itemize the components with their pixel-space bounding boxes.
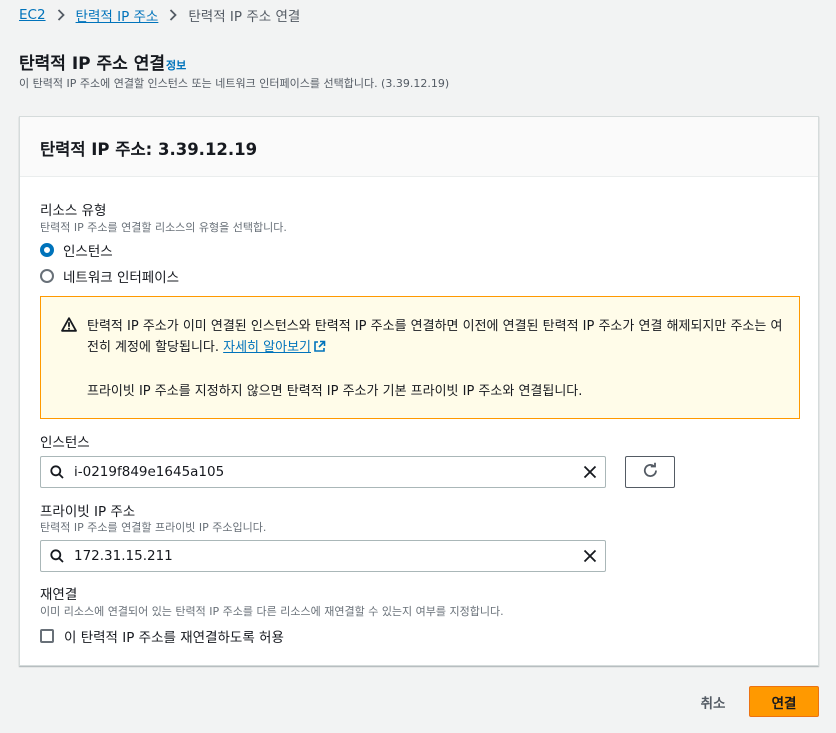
associate-button[interactable]: 연결 bbox=[749, 686, 819, 717]
allow-reassociation-checkbox[interactable]: 이 탄력적 IP 주소를 재연결하도록 허용 bbox=[40, 626, 284, 646]
radio-instance-label: 인스턴스 bbox=[63, 244, 113, 260]
page-description: 이 탄력적 IP 주소에 연결할 인스턴스 또는 네트워크 인터페이스를 선택합… bbox=[19, 77, 450, 90]
learn-more-link[interactable]: 자세히 알아보기 bbox=[223, 340, 326, 355]
resource-type-description: 탄력적 IP 주소를 연결할 리소스의 유형을 선택합니다. bbox=[40, 221, 287, 234]
search-icon bbox=[50, 465, 64, 479]
radio-network-interface-label: 네트워크 인터페이스 bbox=[63, 270, 180, 286]
refresh-button[interactable] bbox=[625, 456, 675, 488]
breadcrumb: EC2 탄력적 IP 주소 탄력적 IP 주소 연결 bbox=[19, 4, 300, 26]
radio-network-interface[interactable]: 네트워크 인터페이스 bbox=[40, 266, 179, 286]
allow-reassociation-label: 이 탄력적 IP 주소를 재연결하도록 허용 bbox=[64, 630, 284, 646]
panel-header: 탄력적 IP 주소: 3.39.12.19 bbox=[20, 117, 818, 177]
radio-button-unchecked[interactable] bbox=[40, 269, 54, 283]
checkbox[interactable] bbox=[40, 629, 54, 643]
external-link-icon bbox=[313, 339, 326, 360]
page-header: 탄력적 IP 주소 연결 정보 bbox=[19, 49, 186, 74]
warning-icon bbox=[61, 317, 77, 336]
chevron-right-icon bbox=[57, 9, 65, 21]
reassociation-label: 재연결 bbox=[40, 587, 78, 603]
clear-icon[interactable] bbox=[583, 465, 597, 479]
reassociation-description: 이미 리소스에 연결되어 있는 탄력적 IP 주소를 다른 리소스에 재연결할 … bbox=[40, 605, 504, 618]
private-ip-value[interactable]: 172.31.15.211 bbox=[74, 548, 583, 564]
chevron-right-icon bbox=[169, 9, 178, 21]
cancel-button[interactable]: 취소 bbox=[685, 687, 741, 717]
refresh-icon bbox=[642, 462, 659, 483]
breadcrumb-ec2-link[interactable]: EC2 bbox=[19, 7, 46, 23]
breadcrumb-elastic-ip-link[interactable]: 탄력적 IP 주소 bbox=[76, 5, 159, 25]
associate-panel: 탄력적 IP 주소: 3.39.12.19 리소스 유형 탄력적 IP 주소를 … bbox=[19, 116, 819, 666]
private-ip-description: 탄력적 IP 주소를 연결할 프라이빗 IP 주소입니다. bbox=[40, 521, 267, 534]
panel-title: 탄력적 IP 주소: 3.39.12.19 bbox=[40, 140, 258, 159]
warning-alert: 탄력적 IP 주소가 이미 연결된 인스턴스와 탄력적 IP 주소를 연결하면 … bbox=[40, 296, 800, 419]
search-icon bbox=[50, 549, 64, 563]
instance-value[interactable]: i-0219f849e1645a105 bbox=[74, 464, 583, 480]
private-ip-search-input[interactable]: 172.31.15.211 bbox=[40, 540, 606, 572]
alert-message: 탄력적 IP 주소가 이미 연결된 인스턴스와 탄력적 IP 주소를 연결하면 … bbox=[87, 316, 787, 360]
clear-icon[interactable] bbox=[583, 549, 597, 563]
radio-instance[interactable]: 인스턴스 bbox=[40, 240, 113, 260]
instance-label: 인스턴스 bbox=[40, 435, 90, 451]
resource-type-label: 리소스 유형 bbox=[40, 203, 107, 219]
radio-button-checked[interactable] bbox=[40, 243, 54, 257]
private-ip-label: 프라이빗 IP 주소 bbox=[40, 504, 136, 520]
breadcrumb-current: 탄력적 IP 주소 연결 bbox=[188, 9, 301, 25]
instance-search-input[interactable]: i-0219f849e1645a105 bbox=[40, 456, 606, 488]
alert-text: 탄력적 IP 주소가 이미 연결된 인스턴스와 탄력적 IP 주소를 연결하면 … bbox=[87, 319, 783, 355]
page-title: 탄력적 IP 주소 연결 bbox=[19, 54, 166, 74]
info-link[interactable]: 정보 bbox=[166, 57, 186, 73]
alert-secondary-text: 프라이빗 IP 주소를 지정하지 않으면 탄력적 IP 주소가 기본 프라이빗 … bbox=[87, 384, 583, 399]
